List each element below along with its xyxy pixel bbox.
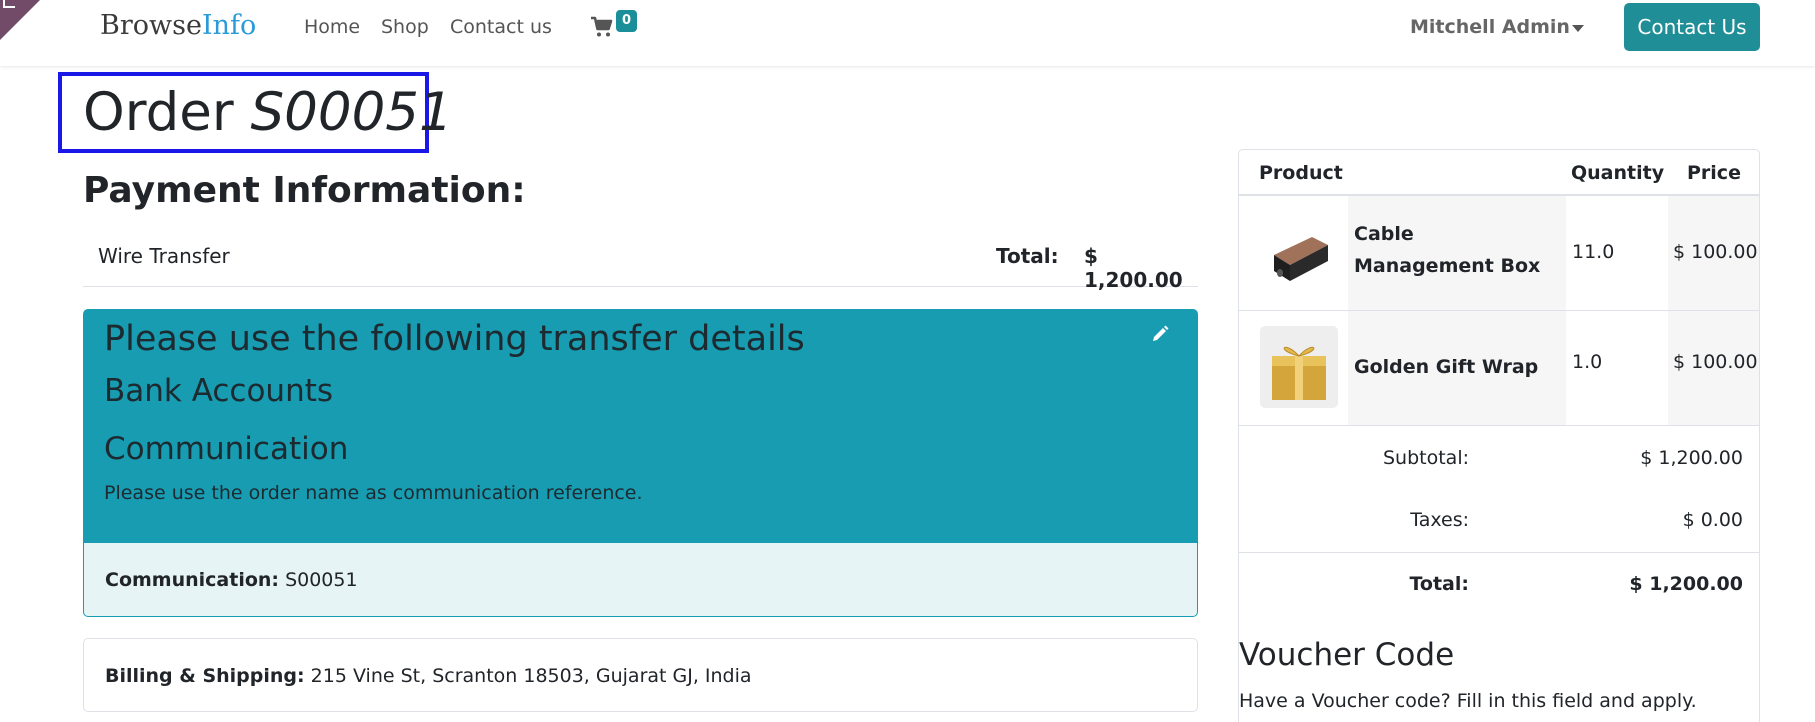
order-summary-card: Product Quantity Price Cable Management … [1238,149,1760,722]
billing-address: 215 Vine St, Scranton 18503, Gujarat GJ,… [310,665,752,687]
billing-label: Billing & Shipping: [105,665,305,687]
nav-link-shop[interactable]: Shop [381,16,429,38]
payment-row: Wire Transfer Total: $ 1,200.00 [83,232,1198,292]
billing-shipping-box: Billing & Shipping: 215 Vine St, Scranto… [83,638,1198,712]
total-label: Total: [1409,573,1469,595]
user-menu[interactable]: Mitchell Admin [1410,16,1570,38]
payment-total-label: Total: [996,244,1059,268]
transfer-title: Please use the following transfer detail… [104,319,805,359]
gift-wrap-image[interactable] [1260,326,1338,408]
communication-heading: Communication [104,431,349,467]
site-logo[interactable]: BrowseInfo [100,10,256,41]
subtotal-value: $ 1,200.00 [1640,447,1743,469]
top-navbar: BrowseInfo Home Shop Contact us 0 Mitche… [0,0,1815,66]
product-price: $ 100.00 [1673,241,1758,263]
voucher-heading: Voucher Code [1239,637,1455,673]
order-number: S00051 [250,82,453,143]
chevron-down-icon[interactable] [1572,25,1584,32]
communication-text: Please use the order name as communicati… [104,482,643,504]
page-title: Order S00051 [58,72,453,153]
product-name[interactable]: Cable Management Box [1354,218,1554,282]
cart-count-badge: 0 [616,10,637,32]
header-quantity: Quantity [1571,162,1665,184]
pencil-icon[interactable] [1150,324,1170,344]
corner-mark-icon [3,0,15,8]
product-qty: 11.0 [1572,241,1615,263]
communication-value: S00051 [285,569,358,591]
product-name[interactable]: Golden Gift Wrap [1354,351,1554,383]
summary-header-row: Product Quantity Price [1239,150,1759,196]
bank-accounts-heading: Bank Accounts [104,373,334,409]
header-product: Product [1259,162,1343,184]
table-row: Golden Gift Wrap 1.0 $ 100.00 [1239,311,1759,426]
transfer-details-panel: Please use the following transfer detail… [83,309,1198,543]
voucher-text: Have a Voucher code? Fill in this field … [1239,690,1697,712]
payment-heading: Payment Information: [83,170,526,211]
payment-method: Wire Transfer [98,244,230,268]
total-value: $ 1,200.00 [1629,573,1743,595]
taxes-value: $ 0.00 [1682,509,1743,531]
nav-link-home[interactable]: Home [304,16,360,38]
taxes-label: Taxes: [1410,509,1469,531]
header-price: Price [1687,162,1741,184]
communication-label: Communication: [105,569,280,591]
communication-box: Communication: S00051 [83,543,1198,617]
cable-box-image[interactable] [1260,211,1338,293]
divider [1239,552,1759,553]
product-qty: 1.0 [1572,351,1603,373]
table-row: Cable Management Box 11.0 $ 100.00 [1239,196,1759,311]
contact-us-button[interactable]: Contact Us [1624,3,1760,51]
shopping-cart-icon[interactable] [590,15,614,39]
payment-total-value: $ 1,200.00 [1084,244,1183,292]
product-price: $ 100.00 [1673,351,1758,373]
nav-link-contact[interactable]: Contact us [450,16,552,38]
subtotal-label: Subtotal: [1382,447,1469,469]
